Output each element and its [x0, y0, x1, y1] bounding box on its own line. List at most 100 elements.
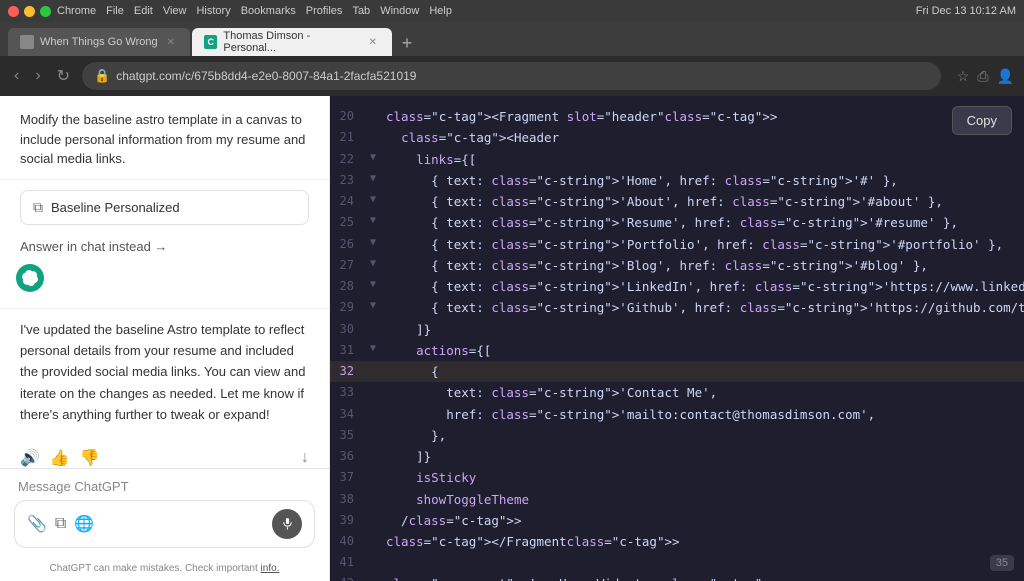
line-number: 41: [330, 552, 370, 572]
line-number: 38: [330, 489, 370, 509]
answer-chat-link[interactable]: Answer in chat instead →: [0, 235, 329, 264]
chat-panel: Modify the baseline astro template in a …: [0, 96, 330, 581]
fold-arrow[interactable]: ▼: [370, 212, 386, 229]
table-row: 36 ]}: [330, 446, 1024, 467]
chat-header-prompt: Modify the baseline astro template in a …: [0, 96, 329, 180]
table-row: 22▼ links={[: [330, 149, 1024, 170]
fold-arrow[interactable]: ▼: [370, 276, 386, 293]
menu-file[interactable]: File: [106, 5, 124, 17]
canvas-input-icon[interactable]: ⧉: [55, 515, 66, 533]
line-number: 29: [330, 297, 370, 317]
tab-bar: When Things Go Wrong ✕ C Thomas Dimson -…: [0, 22, 1024, 56]
fold-arrow[interactable]: ▼: [370, 255, 386, 272]
line-number: 39: [330, 510, 370, 530]
line-number: 36: [330, 446, 370, 466]
new-tab-button[interactable]: +: [394, 30, 420, 56]
speaker-icon[interactable]: 🔊: [20, 448, 40, 468]
share-icon[interactable]: ⎙: [977, 68, 988, 85]
code-content[interactable]: 20class="c-tag"><Fragment slot="header"c…: [330, 96, 1024, 581]
table-row: 29▼ { text: class="c-string">'Github', h…: [330, 297, 1024, 318]
footer-text: ChatGPT can make mistakes. Check importa…: [50, 563, 261, 574]
line-number: 34: [330, 404, 370, 424]
input-box[interactable]: 📎 ⧉ 🌐: [14, 500, 315, 548]
line-number: 33: [330, 382, 370, 402]
browser-chrome: When Things Go Wrong ✕ C Thomas Dimson -…: [0, 22, 1024, 96]
menu-window[interactable]: Window: [380, 5, 419, 17]
menu-profiles[interactable]: Profiles: [306, 5, 343, 17]
line-number: 32: [330, 361, 370, 381]
maximize-window-btn[interactable]: [40, 6, 51, 17]
thumbs-up-icon[interactable]: 👍: [50, 448, 70, 468]
table-row: 38 showToggleTheme: [330, 489, 1024, 510]
globe-icon[interactable]: 🌐: [74, 514, 94, 534]
star-icon[interactable]: ☆: [957, 68, 970, 85]
tab-favicon-1: [20, 35, 34, 49]
mic-button[interactable]: [272, 509, 302, 539]
table-row: 42class="c-comment"><!-- Hero Widget --c…: [330, 573, 1024, 581]
table-row: 34 href: class="c-string">'mailto:contac…: [330, 404, 1024, 425]
chatgpt-avatar: [16, 264, 44, 292]
menu-history[interactable]: History: [196, 5, 230, 17]
thumbs-down-icon[interactable]: 👎: [80, 448, 100, 468]
prompt-text: Modify the baseline astro template in a …: [20, 110, 309, 169]
table-row: 24▼ { text: class="c-string">'About', hr…: [330, 191, 1024, 212]
canvas-icon: ⧉: [33, 199, 43, 216]
menu-bookmarks[interactable]: Bookmarks: [241, 5, 296, 17]
table-row: 39 /class="c-tag">>: [330, 510, 1024, 531]
fold-arrow[interactable]: ▼: [370, 340, 386, 357]
tab-close-2[interactable]: ✕: [366, 36, 380, 49]
line-number: 40: [330, 531, 370, 551]
fold-arrow[interactable]: ▼: [370, 297, 386, 314]
menu-edit[interactable]: Edit: [134, 5, 153, 17]
table-row: 20class="c-tag"><Fragment slot="header"c…: [330, 106, 1024, 127]
fold-arrow[interactable]: ▼: [370, 149, 386, 166]
corner-indicator: 35: [990, 555, 1014, 571]
profile-icon[interactable]: 👤: [997, 68, 1014, 85]
line-number: 22: [330, 149, 370, 169]
menu-help[interactable]: Help: [429, 5, 452, 17]
copy-button[interactable]: Copy: [952, 106, 1012, 135]
minimize-window-btn[interactable]: [24, 6, 35, 17]
line-number: 23: [330, 170, 370, 190]
tab-thomas-dimson[interactable]: C Thomas Dimson - Personal... ✕: [192, 28, 392, 56]
mac-topbar-right: Fri Dec 13 10:12 AM: [916, 5, 1016, 17]
back-button[interactable]: ‹: [10, 63, 23, 89]
chat-response: I've updated the baseline Astro template…: [0, 308, 329, 442]
forward-button[interactable]: ›: [31, 63, 44, 89]
code-panel: Copy 20class="c-tag"><Fragment slot="hea…: [330, 96, 1024, 581]
line-number: 31: [330, 340, 370, 360]
fold-arrow[interactable]: ▼: [370, 234, 386, 251]
canvas-pill-label: Baseline Personalized: [51, 200, 180, 215]
system-time: Fri Dec 13 10:12 AM: [916, 5, 1016, 17]
fold-arrow[interactable]: ▼: [370, 191, 386, 208]
line-number: 25: [330, 212, 370, 232]
input-icons: 📎 ⧉ 🌐: [27, 514, 94, 534]
table-row: 37 isSticky: [330, 467, 1024, 488]
url-bar[interactable]: 🔒 chatgpt.com/c/675b8dd4-e2e0-8007-84a1-…: [82, 62, 941, 90]
line-number: 35: [330, 425, 370, 445]
table-row: 40class="c-tag"></Fragmentclass="c-tag">…: [330, 531, 1024, 552]
mac-menu: Chrome File Edit View History Bookmarks …: [57, 5, 452, 17]
chatgpt-response-header: [0, 264, 329, 308]
close-window-btn[interactable]: [8, 6, 19, 17]
line-number: 37: [330, 467, 370, 487]
menu-tab[interactable]: Tab: [352, 5, 370, 17]
refresh-icon[interactable]: ↓: [301, 449, 309, 467]
footer-link[interactable]: info.: [261, 563, 280, 574]
table-row: 21 class="c-tag"><Header: [330, 127, 1024, 148]
response-text: I've updated the baseline Astro template…: [20, 319, 309, 426]
line-number: 30: [330, 319, 370, 339]
lock-icon: 🔒: [94, 68, 110, 84]
reload-button[interactable]: ↻: [53, 62, 74, 90]
attach-icon[interactable]: 📎: [27, 514, 47, 534]
table-row: 28▼ { text: class="c-string">'LinkedIn',…: [330, 276, 1024, 297]
table-row: 35 },: [330, 425, 1024, 446]
canvas-pill[interactable]: ⧉ Baseline Personalized: [20, 190, 309, 225]
menu-view[interactable]: View: [163, 5, 187, 17]
line-number: 21: [330, 127, 370, 147]
line-number: 28: [330, 276, 370, 296]
fold-arrow[interactable]: ▼: [370, 170, 386, 187]
tab-close-1[interactable]: ✕: [164, 36, 178, 49]
menu-chrome[interactable]: Chrome: [57, 5, 96, 17]
tab-when-things-go-wrong[interactable]: When Things Go Wrong ✕: [8, 28, 190, 56]
